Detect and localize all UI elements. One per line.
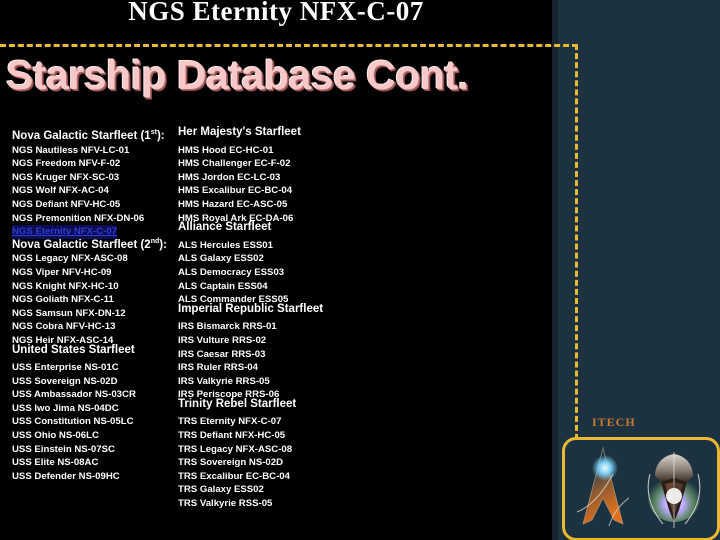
fleet-section-heading: United States Starfleet <box>12 343 135 356</box>
ship-entry: USS Iwo Jima NS-04DC <box>12 398 180 414</box>
ship-entry: NGS Viper NFV-HC-09 <box>12 262 180 278</box>
ordinal-suffix: st <box>150 129 157 136</box>
ship-entry: USS Einstein NS-07SC <box>12 439 180 455</box>
fleet-section-heading: Imperial Republic Starfleet <box>178 302 324 315</box>
ship-entry: TRS Legacy NFX-ASC-08 <box>178 439 358 455</box>
ship-entry: IRS Periscope RRS-06 <box>178 384 358 400</box>
ship-entry: NGS Knight NFX-HC-10 <box>12 276 180 292</box>
ordinal-suffix: nd <box>150 237 160 245</box>
ship-entry: NGS Wolf NFX-AC-04 <box>12 180 180 196</box>
ship-entry: IRS Ruler RRS-04 <box>178 357 358 373</box>
fleet-section-heading: Trinity Rebel Starfleet <box>178 397 297 410</box>
ship-entry: HMS Excalibur EC-BC-04 <box>178 180 358 196</box>
ship-entry: NGS Samsun NFX-DN-12 <box>12 303 180 319</box>
ship-entry: IRS Valkyrie RRS-05 <box>178 371 358 387</box>
fleet-list-left-column: Nova Galactic Starfleet (1st): NGS Nautil… <box>12 126 180 482</box>
ship-entry: USS Defender NS-09HC <box>12 466 180 482</box>
page-title: Starship Database Cont. <box>6 52 469 98</box>
ship-entry: TRS Eternity NFX-C-07 <box>178 411 358 427</box>
ship-entry: IRS Bismarck RRS-01 <box>178 316 358 332</box>
ship-entry: USS Constitution NS-05LC <box>12 411 180 427</box>
ship-entry: TRS Valkyrie RSS-05 <box>178 493 358 510</box>
ship-entry: TRS Defiant NFX-HC-05 <box>178 425 358 441</box>
ship-entry: ALS Democracy ESS03 <box>178 262 358 278</box>
ship-entry: NGS Defiant NFV-HC-05 <box>12 194 180 210</box>
ship-entry: HMS Hazard EC-ASC-05 <box>178 194 358 210</box>
ship-entry: NGS Premonition NFX-DN-06 <box>12 208 180 224</box>
fleet-section-heading: Nova Galactic Starfleet (2nd): <box>12 237 167 251</box>
fleet-section-heading: Her Majesty's Starfleet <box>178 126 301 138</box>
ship-entry: USS Ambassador NS-03CR <box>12 384 180 400</box>
emblem-box <box>562 437 720 540</box>
ship-entry: HMS Royal Ark EC-DA-06 <box>178 208 358 224</box>
ship-entry: NGS Freedom NFV-F-02 <box>12 153 180 169</box>
ship-entry: NGS Legacy NFX-ASC-08 <box>12 248 180 264</box>
dashed-border-right <box>575 44 578 440</box>
ship-entry: USS Ohio NS-06LC <box>12 425 180 441</box>
starfleet-delta-icon <box>576 446 630 527</box>
slide-root: NGS Eternity NFX-C-07 Starship Database … <box>0 0 720 540</box>
ship-entry: HMS Hood EC-HC-01 <box>178 140 358 156</box>
ship-entry: USS Sovereign NS-02D <box>12 371 180 387</box>
banner-title: NGS Eternity NFX-C-07 <box>128 0 424 26</box>
ship-entry: USS Enterprise NS-01C <box>12 357 180 373</box>
ship-label: TRS Valkyrie RSS-05 <box>178 498 273 510</box>
fleet-section-heading: Nova Galactic Starfleet (1st): <box>12 129 165 142</box>
ship-entry: ALS Commander ESS05 <box>178 289 358 305</box>
ship-entry: HMS Challenger EC-F-02 <box>178 153 358 169</box>
dashed-border-top <box>0 44 578 47</box>
ship-entry: USS Elite NS-08AC <box>12 452 180 468</box>
ship-entry: IRS Caesar RRS-03 <box>178 344 358 360</box>
fleet-list-right-column: Her Majesty's Starfleet HMS Hood EC-HC-01… <box>178 126 358 510</box>
ship-entry: NGS Nautiless NFV-LC-01 <box>12 140 180 156</box>
badge-label: ITECH <box>592 415 636 429</box>
ship-entry: ALS Hercules ESS01 <box>178 235 358 251</box>
ship-entry-highlighted[interactable]: NGS Eternity NFX-C-07 <box>12 221 180 239</box>
ship-label: USS Defender NS-09HC <box>12 470 120 482</box>
fleet-section-heading: Alliance Starfleet <box>178 221 272 234</box>
ship-entry: NGS Heir NFX-ASC-14 <box>12 330 180 346</box>
ship-entry: NGS Goliath NFX-C-11 <box>12 289 180 305</box>
ship-entry: NGS Cobra NFV-HC-13 <box>12 316 180 332</box>
starship-icon <box>647 452 701 528</box>
ship-entry: TRS Excalibur EC-BC-04 <box>178 466 358 482</box>
ship-entry: NGS Kruger NFX-SC-03 <box>12 167 180 183</box>
ship-entry: HMS Jordon EC-LC-03 <box>178 167 358 183</box>
ship-entry: TRS Sovereign NS-02D <box>178 452 358 468</box>
